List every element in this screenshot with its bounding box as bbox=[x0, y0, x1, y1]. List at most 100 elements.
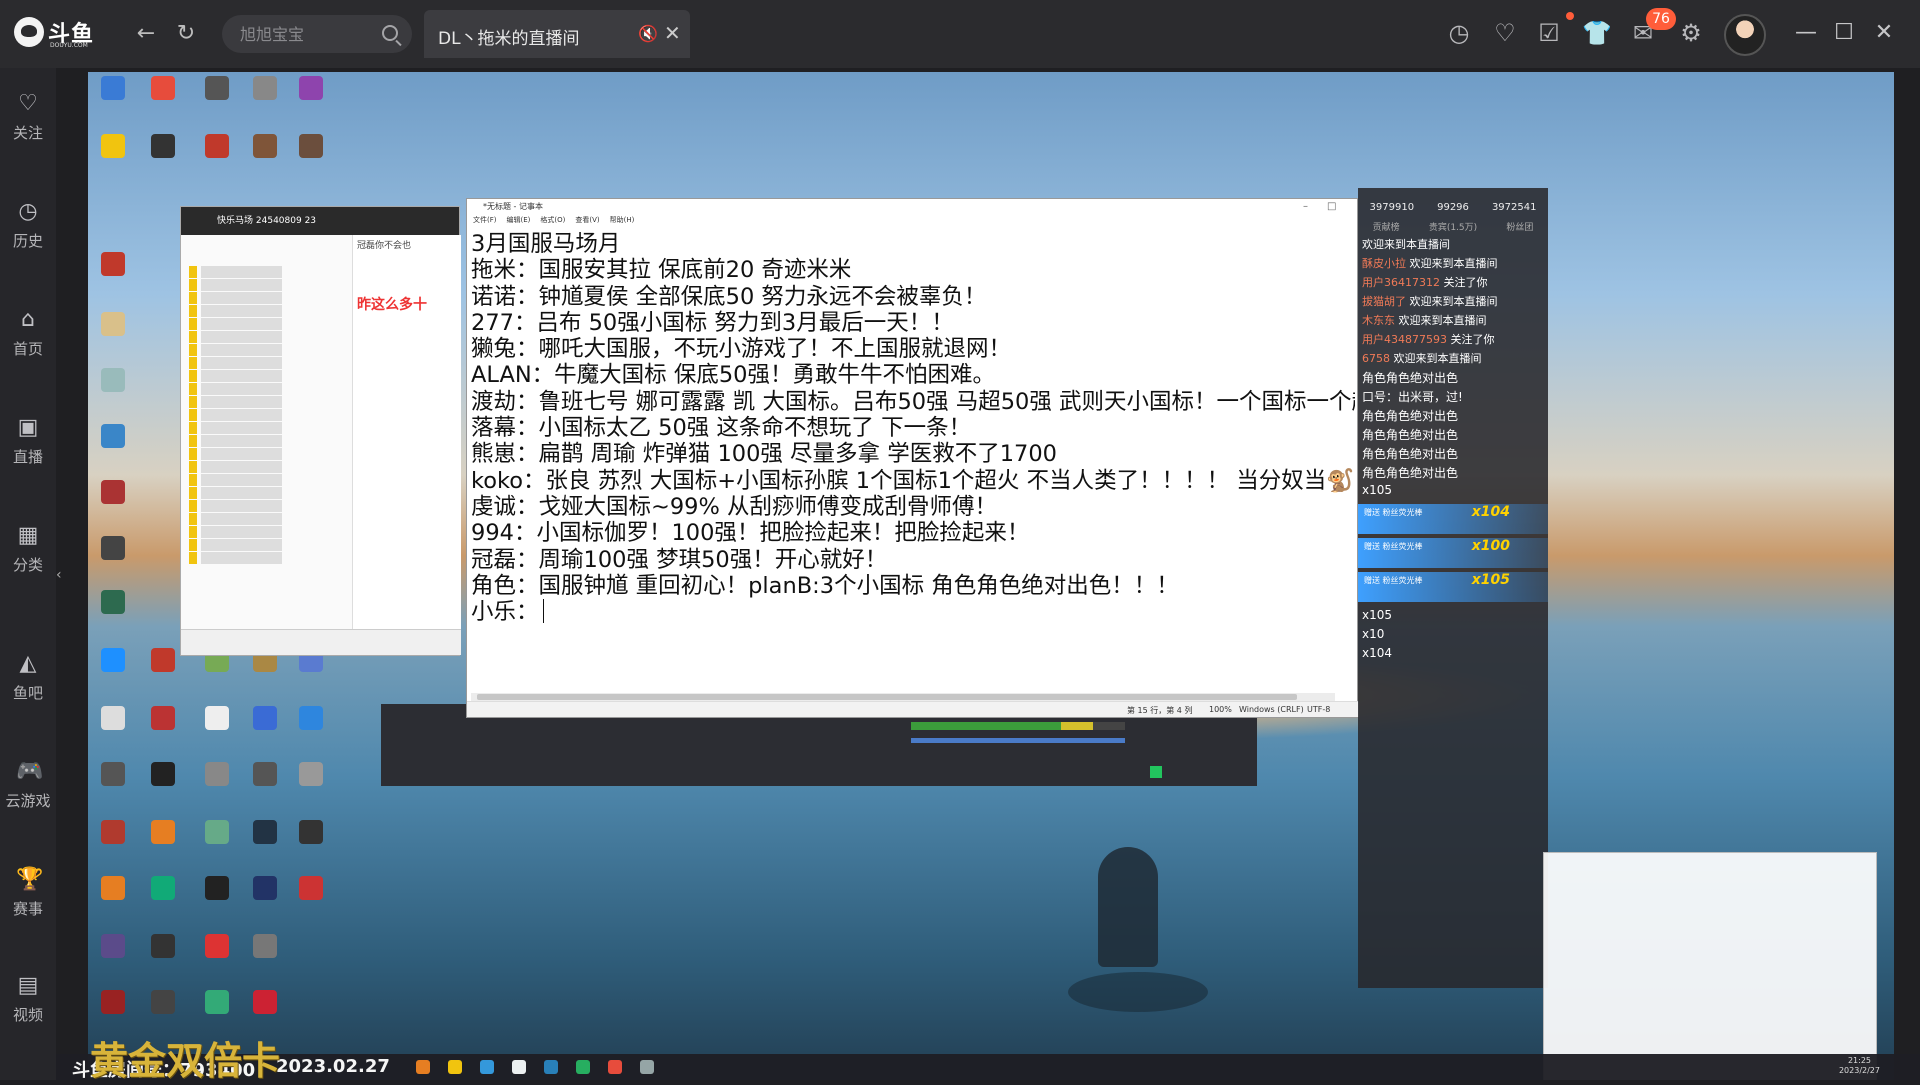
list-item[interactable] bbox=[189, 526, 344, 538]
menu-edit[interactable]: 编辑(E) bbox=[507, 215, 531, 227]
danmu-chat-line: 角色角色绝对出色 bbox=[1362, 447, 1459, 461]
mute-icon[interactable]: 🔇 bbox=[638, 24, 658, 43]
taskbar-app-icon[interactable] bbox=[448, 1060, 462, 1074]
sidebar-item-history[interactable]: ◷ 历史 bbox=[0, 200, 56, 290]
taskbar-app-icon[interactable] bbox=[608, 1060, 622, 1074]
search-icon[interactable] bbox=[382, 25, 398, 41]
list-item[interactable] bbox=[189, 500, 344, 512]
live-stream-player[interactable]: 快乐马场 24540809 23 冠磊你不会也 昨这么多十 *无标题 - 记事本… bbox=[88, 72, 1894, 1080]
chat-message: 冠磊你不会也 bbox=[357, 241, 412, 251]
collapse-sidebar-chevron-icon[interactable]: ‹ bbox=[56, 560, 68, 590]
list-item[interactable] bbox=[189, 370, 344, 382]
settings-gear-icon[interactable]: ⚙ bbox=[1676, 18, 1706, 48]
tab-close-icon[interactable]: ✕ bbox=[664, 21, 681, 45]
sidebar-item-events[interactable]: 🏆 赛事 bbox=[0, 868, 56, 958]
list-item[interactable] bbox=[189, 305, 344, 317]
douyu-logo[interactable]: 斗鱼 DOUYU.COM bbox=[14, 14, 102, 50]
maximize-icon[interactable]: ☐ bbox=[1830, 18, 1858, 48]
window-close-icon[interactable]: ✕ bbox=[1870, 18, 1898, 48]
refresh-icon[interactable]: ↻ bbox=[172, 20, 200, 48]
volume-mixer-popup[interactable] bbox=[1543, 852, 1877, 1080]
avatar[interactable] bbox=[1724, 14, 1766, 56]
list-item[interactable] bbox=[189, 279, 344, 291]
taskbar-app-icon[interactable] bbox=[576, 1060, 590, 1074]
sidebar-item-fishbar[interactable]: ◭ 鱼吧 bbox=[0, 652, 56, 742]
list-item[interactable] bbox=[189, 461, 344, 473]
sidebar-item-live[interactable]: ▣ 直播 bbox=[0, 416, 56, 506]
minimize-icon[interactable]: — bbox=[1792, 18, 1820, 48]
fish-logo-icon bbox=[14, 17, 44, 47]
minimize-icon[interactable]: – bbox=[1303, 199, 1308, 215]
qq-group-chat-window[interactable]: 快乐马场 24540809 23 冠磊你不会也 昨这么多十 bbox=[180, 206, 461, 656]
desktop-icon bbox=[194, 706, 240, 730]
list-item[interactable] bbox=[189, 422, 344, 434]
logo-subtext: DOUYU.COM bbox=[50, 42, 88, 49]
list-item[interactable] bbox=[189, 357, 344, 369]
trophy-icon: 🏆 bbox=[16, 867, 44, 892]
maximize-icon[interactable]: □ bbox=[1327, 199, 1336, 215]
list-item[interactable] bbox=[189, 513, 344, 525]
list-item[interactable] bbox=[189, 383, 344, 395]
danmu-chat-line: 角色角色绝对出色 bbox=[1362, 428, 1459, 442]
list-item[interactable] bbox=[189, 266, 344, 278]
list-item[interactable] bbox=[189, 474, 344, 486]
text-line: ALAN：牛魔大国标 保底50强！勇敢牛牛不怕困难。 bbox=[471, 362, 995, 389]
menu-file[interactable]: 文件(F) bbox=[473, 215, 497, 227]
notepad-text-area[interactable]: 3月国服马场月 拖米：国服安其拉 保底前20 奇迹米米 诺诺：钟馗夏侯 全部保底… bbox=[471, 231, 1355, 699]
list-item[interactable] bbox=[189, 487, 344, 499]
desktop-icon bbox=[90, 424, 136, 448]
tab-title: DL丶拖米的直播间 bbox=[438, 29, 580, 49]
sidebar-item-category[interactable]: ▦ 分类 bbox=[0, 524, 56, 614]
tab-vip[interactable]: 贵宾(1.5万) bbox=[1429, 220, 1477, 234]
text-line: 诺诺：钟馗夏侯 全部保底50 努力永远不会被辜负！ bbox=[471, 283, 987, 310]
taskbar-app-icon[interactable] bbox=[480, 1060, 494, 1074]
sidebar-item-home[interactable]: ⌂ 首页 bbox=[0, 308, 56, 398]
history-clock-icon[interactable]: ◷ bbox=[1444, 18, 1474, 48]
desktop-icon bbox=[90, 134, 136, 158]
list-item[interactable] bbox=[189, 318, 344, 330]
taskbar-app-icon[interactable] bbox=[512, 1060, 526, 1074]
menu-help[interactable]: 帮助(H) bbox=[610, 215, 635, 227]
volume-slider[interactable] bbox=[911, 738, 1125, 743]
search-input[interactable] bbox=[240, 23, 380, 45]
sidebar-item-cloud-game[interactable]: 🎮 云游戏 bbox=[0, 760, 56, 850]
tab-contribution[interactable]: 贡献榜 bbox=[1373, 220, 1400, 234]
back-arrow-icon[interactable]: ← bbox=[132, 20, 160, 48]
desktop-icon bbox=[242, 876, 288, 900]
favorite-heart-icon[interactable]: ♡ bbox=[1490, 18, 1520, 48]
horizontal-scrollbar[interactable] bbox=[471, 693, 1335, 701]
danmu-message: 6758 欢迎来到本直播间 bbox=[1362, 352, 1482, 365]
tab-fans[interactable]: 粉丝团 bbox=[1506, 220, 1533, 234]
qq-chat-messages[interactable]: 冠磊你不会也 昨这么多十 bbox=[353, 235, 461, 631]
menu-view[interactable]: 查看(V) bbox=[575, 215, 599, 227]
grid-icon: ▦ bbox=[17, 523, 39, 548]
qq-member-list[interactable] bbox=[181, 235, 353, 631]
gift-count: x104 bbox=[1362, 646, 1393, 660]
sidebar-item-label: 云游戏 bbox=[5, 792, 51, 810]
list-item[interactable] bbox=[189, 448, 344, 460]
list-item[interactable] bbox=[189, 539, 344, 551]
danmu-panel[interactable]: 3979910 99296 3972541 贡献榜 贵宾(1.5万) 粉丝团 欢… bbox=[1358, 188, 1548, 988]
list-item[interactable] bbox=[189, 292, 344, 304]
checkin-calendar-icon[interactable]: ☑ bbox=[1534, 18, 1564, 48]
sidebar-item-follow[interactable]: ♡ 关注 bbox=[0, 92, 56, 182]
sidebar-item-video[interactable]: ▤ 视频 bbox=[0, 974, 56, 1064]
list-item[interactable] bbox=[189, 552, 344, 564]
text-line: 3月国服马场月 bbox=[471, 231, 621, 257]
list-item[interactable] bbox=[189, 331, 344, 343]
obs-controls-panel[interactable] bbox=[1226, 712, 1346, 752]
desktop-icon bbox=[90, 480, 136, 504]
desktop-icon bbox=[242, 934, 288, 958]
list-item[interactable] bbox=[189, 344, 344, 356]
list-item[interactable] bbox=[189, 435, 344, 447]
list-item[interactable] bbox=[189, 396, 344, 408]
taskbar-app-icon[interactable] bbox=[416, 1060, 430, 1074]
taskbar-app-icon[interactable] bbox=[640, 1060, 654, 1074]
menu-format[interactable]: 格式(O) bbox=[540, 215, 565, 227]
list-item[interactable] bbox=[189, 409, 344, 421]
notepad-window[interactable]: *无标题 - 记事本 – □ 文件(F) 编辑(E) 格式(O) 查看(V) 帮… bbox=[466, 198, 1359, 718]
qq-input-toolbar[interactable] bbox=[181, 629, 461, 655]
tab-live-room[interactable]: DL丶拖米的直播间 🔇 ✕ bbox=[424, 10, 690, 58]
taskbar-app-icon[interactable] bbox=[544, 1060, 558, 1074]
shirt-icon[interactable]: 👕 bbox=[1582, 18, 1612, 48]
